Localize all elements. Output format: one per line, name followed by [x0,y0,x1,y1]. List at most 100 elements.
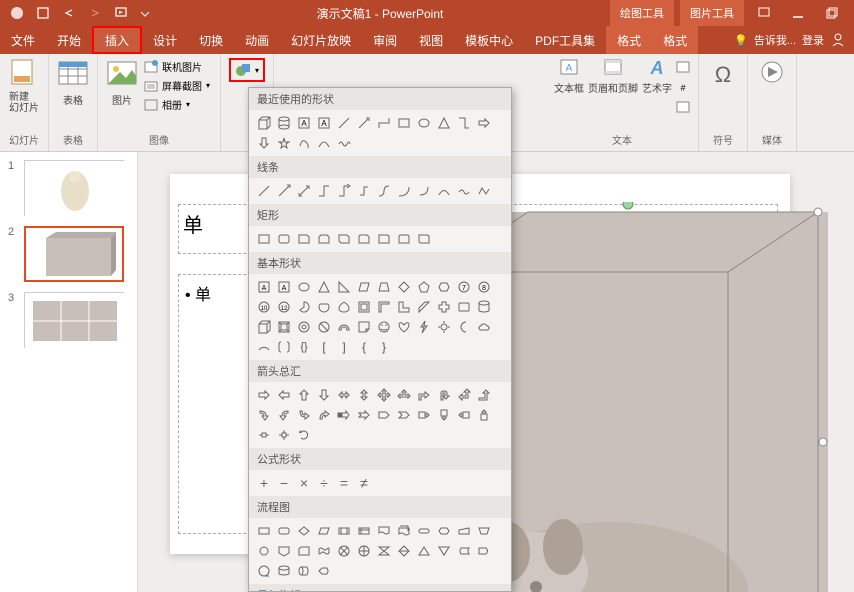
can-icon[interactable] [475,298,493,316]
left-bracket-icon[interactable]: [ [315,338,333,356]
fc-display-icon[interactable] [315,562,333,580]
plus-icon[interactable]: + [255,474,273,492]
date-icon[interactable] [676,60,690,74]
folded-corner-icon[interactable] [355,318,373,336]
fc-stored-data-icon[interactable] [455,542,473,560]
arrow-bentup-icon[interactable] [475,386,493,404]
rt-triangle-icon[interactable] [335,278,353,296]
minus-icon[interactable]: − [275,474,293,492]
menu-design[interactable]: 设计 [142,26,188,54]
heptagon-icon[interactable]: 7 [455,278,473,296]
textbox-button[interactable]: A 文本框 [554,58,584,95]
context-tab-drawing[interactable]: 绘图工具 [610,0,674,26]
menu-pdf[interactable]: PDF工具集 [524,26,606,54]
arrow-left-icon[interactable] [275,386,293,404]
shape-rect-icon[interactable] [395,114,413,132]
redo-icon[interactable] [88,6,102,20]
curve-arrow-icon[interactable] [395,182,413,200]
chord-icon[interactable] [315,298,333,316]
cube-basic-icon[interactable] [255,318,273,336]
block-arc-icon[interactable] [335,318,353,336]
share-icon[interactable] [830,32,846,48]
fc-multidoc-icon[interactable] [395,522,413,540]
arrow-leftrightup-icon[interactable] [395,386,413,404]
fc-manual-input-icon[interactable] [455,522,473,540]
l-shape-icon[interactable] [395,298,413,316]
menu-format2[interactable]: 格式 [652,26,698,54]
menu-view[interactable]: 视图 [408,26,454,54]
equals-icon[interactable]: = [335,474,353,492]
diag-stripe-icon[interactable] [415,298,433,316]
dodecagon-icon[interactable]: 12 [275,298,293,316]
textbox2-shape-icon[interactable]: A [275,278,293,296]
pie-icon[interactable] [295,298,313,316]
fc-or-icon[interactable] [355,542,373,560]
curve-double-icon[interactable] [415,182,433,200]
fc-offpage-icon[interactable] [275,542,293,560]
fc-sum-junction-icon[interactable] [335,542,353,560]
round2-diag-rect-icon[interactable] [415,230,433,248]
shapes-button[interactable]: ▾ [229,58,265,82]
freeform-line-icon[interactable] [435,182,453,200]
left-brace-icon[interactable]: { [355,338,373,356]
arrow-callout-lr-icon[interactable] [255,426,273,444]
arrow-uturn-icon[interactable] [435,386,453,404]
new-slide-button[interactable]: 新建 幻灯片 [8,58,40,114]
arrow-leftright-icon[interactable] [335,386,353,404]
parallelogram-icon[interactable] [355,278,373,296]
double-bracket-icon[interactable] [275,338,293,356]
arrow-quad-icon[interactable] [375,386,393,404]
shape-oval-icon[interactable] [415,114,433,132]
shape-textbox2-icon[interactable]: A [315,114,333,132]
fc-decision-icon[interactable] [295,522,313,540]
arrow-up-icon[interactable] [295,386,313,404]
fc-alt-process-icon[interactable] [275,522,293,540]
shape-arrow-down-icon[interactable] [255,134,273,152]
arrow-callout-left-icon[interactable] [455,406,473,424]
fc-card-icon[interactable] [295,542,313,560]
right-brace-icon[interactable]: } [375,338,393,356]
arrow-curved-left-icon[interactable] [275,406,293,424]
fc-magnetic-disk-icon[interactable] [275,562,293,580]
no-symbol-icon[interactable] [315,318,333,336]
ribbon-options-icon[interactable] [750,0,778,26]
arrow-curved-up-icon[interactable] [315,406,333,424]
shape-elbow-icon[interactable] [375,114,393,132]
fc-delay-icon[interactable] [475,542,493,560]
trapezoid-icon[interactable] [375,278,393,296]
screenshot-button[interactable]: 屏幕截图▾ [142,77,212,94]
arrow-chevron-icon[interactable] [395,406,413,424]
arrow-curved-down-icon[interactable] [295,406,313,424]
login-link[interactable]: 登录 [802,32,824,48]
moon-icon[interactable] [455,318,473,336]
arrow-down2-icon[interactable] [315,386,333,404]
menu-transitions[interactable]: 切换 [188,26,234,54]
wordart-button[interactable]: A 艺术字 [642,58,672,95]
start-icon[interactable] [114,6,128,20]
fc-direct-access-icon[interactable] [295,562,313,580]
pentagon-icon[interactable] [415,278,433,296]
fc-document-icon[interactable] [375,522,393,540]
slide-thumb-1[interactable]: 1 [8,160,129,216]
fc-terminator-icon[interactable] [415,522,433,540]
fc-sort-icon[interactable] [395,542,413,560]
fc-predefined-icon[interactable] [335,522,353,540]
fc-manual-op-icon[interactable] [475,522,493,540]
arrow-right2-icon[interactable] [255,386,273,404]
slide-number-icon[interactable]: # [676,80,690,94]
thumb-image-1[interactable] [24,160,124,216]
elbow-arrow-icon[interactable] [335,182,353,200]
cloud-icon[interactable] [475,318,493,336]
object-icon[interactable] [676,100,690,114]
fc-seq-access-icon[interactable] [255,562,273,580]
shape-triangle-icon[interactable] [435,114,453,132]
menu-slideshow[interactable]: 幻灯片放映 [280,26,362,54]
round-rect-icon[interactable] [275,230,293,248]
arrow-callout-down-icon[interactable] [435,406,453,424]
snip2-rect-icon[interactable] [315,230,333,248]
fc-internal-icon[interactable] [355,522,373,540]
undo-icon[interactable] [62,6,76,20]
half-frame-icon[interactable] [375,298,393,316]
plaque-icon[interactable] [455,298,473,316]
minimize-icon[interactable] [784,0,812,26]
